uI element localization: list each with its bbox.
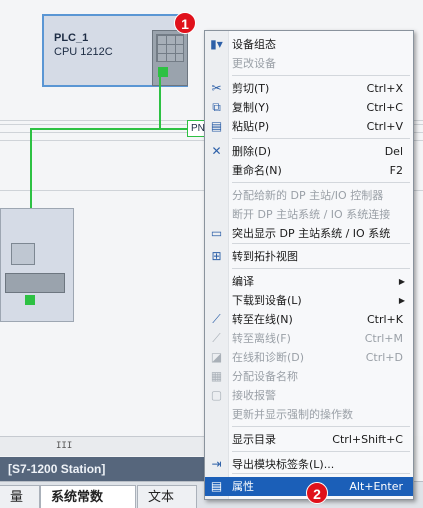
device-screen-icon <box>11 243 35 265</box>
menu-item-label: 重命名(N) <box>232 164 282 177</box>
profinet-link-line <box>30 128 190 130</box>
menu-item[interactable]: ⇥ 导出模块标签条(L)... <box>205 455 413 474</box>
menu-item-shortcut: Ctrl+M <box>364 332 403 345</box>
menu-item[interactable]: 更改设备 <box>205 54 413 73</box>
cpu-module-icon <box>152 30 188 86</box>
menu-separator <box>232 182 410 183</box>
menu-item-label: 剪切(T) <box>232 82 270 95</box>
menu-item[interactable]: ▮▾ 设备组态 <box>205 35 413 54</box>
scissors-icon: ✂ <box>211 81 222 95</box>
menu-item[interactable]: 重命名(N) F2 <box>205 161 413 180</box>
menu-separator <box>232 268 410 269</box>
menu-item-label: 导出模块标签条(L)... <box>232 458 335 471</box>
menu-item[interactable]: ▢ 接收报警 <box>205 386 413 405</box>
delete-icon: ✕ <box>211 144 222 158</box>
menu-separator <box>232 138 410 139</box>
menu-item-shortcut: Ctrl+V <box>366 120 403 133</box>
menu-item-label: 编译 <box>232 275 254 288</box>
paste-icon: ▤ <box>210 119 223 133</box>
menu-separator <box>232 426 410 427</box>
profinet-port-icon[interactable] <box>25 295 35 305</box>
menu-item-label: 删除(D) <box>232 145 272 158</box>
menu-item[interactable]: ⟋ 转至离线(F) Ctrl+M <box>205 329 413 348</box>
menu-item-shortcut: Del <box>384 145 403 158</box>
profinet-link-line <box>159 72 161 128</box>
callout-badge-1: 1 <box>174 12 196 34</box>
menu-item-shortcut: Ctrl+C <box>366 101 403 114</box>
menu-item[interactable]: 编译 ▶ <box>205 272 413 291</box>
export-icon: ⇥ <box>211 457 222 471</box>
submenu-arrow-icon: ▶ <box>398 296 405 305</box>
assign-name-icon: ▦ <box>210 369 223 383</box>
callout-badge-2: 2 <box>306 482 328 504</box>
menu-item[interactable]: ▦ 分配设备名称 <box>205 367 413 386</box>
tab-system-constants[interactable]: 系统常数 <box>40 485 136 508</box>
device-module-icon <box>5 273 65 293</box>
menu-item-label: 显示目录 <box>232 433 276 446</box>
menu-item[interactable]: ⊞ 转到拓扑视图 <box>205 247 413 266</box>
menu-item-label: 分配给新的 DP 主站/IO 控制器 <box>232 189 384 202</box>
context-menu: ▮▾ 设备组态更改设备 ✂ 剪切(T) Ctrl+X ⧉ 复制(Y) Ctrl+C ▤ 粘贴(P)… <box>204 30 414 500</box>
menu-item-shortcut: F2 <box>389 164 403 177</box>
menu-item-label: 属性 <box>232 480 254 493</box>
device-type: CPU 1212C <box>54 46 113 58</box>
menu-item[interactable]: ✕ 删除(D) Del <box>205 142 413 161</box>
menu-item-shortcut: Alt+Enter <box>349 480 403 493</box>
menu-item-label: 断开 DP 主站系统 / IO 系统连接 <box>232 208 391 221</box>
menu-item-label: 设备组态 <box>232 38 276 51</box>
scrollbar-grip[interactable]: III <box>56 441 72 452</box>
menu-item-label: 转至在线(N) <box>232 313 293 326</box>
profinet-link-line <box>30 128 32 216</box>
copy-icon: ⧉ <box>212 100 221 114</box>
menu-item-label: 在线和诊断(D) <box>232 351 305 364</box>
menu-item[interactable]: 更新并显示强制的操作数 <box>205 405 413 424</box>
horizontal-scrollbar[interactable]: III <box>0 436 205 456</box>
menu-item-label: 更改设备 <box>232 57 276 70</box>
menu-item[interactable]: 显示目录 Ctrl+Shift+C <box>205 430 413 449</box>
menu-item-label: 转至离线(F) <box>232 332 291 345</box>
menu-separator <box>232 243 410 244</box>
submenu-arrow-icon: ▶ <box>398 277 405 286</box>
menu-item-label: 分配设备名称 <box>232 370 298 383</box>
menu-item-shortcut: Ctrl+Shift+C <box>332 433 403 446</box>
menu-item-label: 转到拓扑视图 <box>232 250 298 263</box>
topology-icon: ⊞ <box>211 249 222 263</box>
device-name: PLC_1 <box>54 32 89 44</box>
menu-item[interactable]: ◪ 在线和诊断(D) Ctrl+D <box>205 348 413 367</box>
module-grid <box>156 34 184 62</box>
properties-icon: ▤ <box>210 479 223 493</box>
menu-item[interactable]: ⧉ 复制(Y) Ctrl+C <box>205 98 413 117</box>
menu-item[interactable]: ✂ 剪切(T) Ctrl+X <box>205 79 413 98</box>
secondary-device-card[interactable] <box>0 208 74 322</box>
menu-separator <box>232 451 410 452</box>
menu-item-label: 更新并显示强制的操作数 <box>232 408 353 421</box>
menu-item-shortcut: Ctrl+K <box>366 313 403 326</box>
alarm-icon: ▢ <box>210 388 223 402</box>
menu-item[interactable]: 下载到设备(L) ▶ <box>205 291 413 310</box>
station-title-bar: [S7-1200 Station] <box>0 457 205 481</box>
menu-separator <box>232 75 410 76</box>
menu-item[interactable]: ▤ 粘贴(P) Ctrl+V <box>205 117 413 136</box>
go-online-icon: ⟋ <box>212 312 221 326</box>
menu-item-label: 粘贴(P) <box>232 120 270 133</box>
menu-item-shortcut: Ctrl+X <box>366 82 403 95</box>
tab-variables[interactable]: 量 <box>0 485 40 508</box>
diagnostics-icon: ◪ <box>210 350 223 364</box>
menu-item-label: 下载到设备(L) <box>232 294 302 307</box>
go-offline-icon: ⟋ <box>212 331 221 345</box>
menu-item-label: 接收报警 <box>232 389 276 402</box>
menu-item[interactable]: ⟋ 转至在线(N) Ctrl+K <box>205 310 413 329</box>
menu-item-shortcut: Ctrl+D <box>365 351 403 364</box>
menu-item[interactable]: 分配给新的 DP 主站/IO 控制器 <box>205 186 413 205</box>
highlight-icon: ▭ <box>210 226 223 240</box>
tab-text[interactable]: 文本 <box>137 485 197 508</box>
menu-item-label: 突出显示 DP 主站系统 / IO 系统 <box>232 227 391 240</box>
device-config-icon: ▮▾ <box>210 37 223 51</box>
menu-item-label: 复制(Y) <box>232 101 270 114</box>
menu-item[interactable]: ▭ 突出显示 DP 主站系统 / IO 系统 <box>205 224 413 243</box>
menu-item[interactable]: 断开 DP 主站系统 / IO 系统连接 <box>205 205 413 224</box>
plc-device-card[interactable]: PLC_1 CPU 1212C <box>42 14 188 87</box>
